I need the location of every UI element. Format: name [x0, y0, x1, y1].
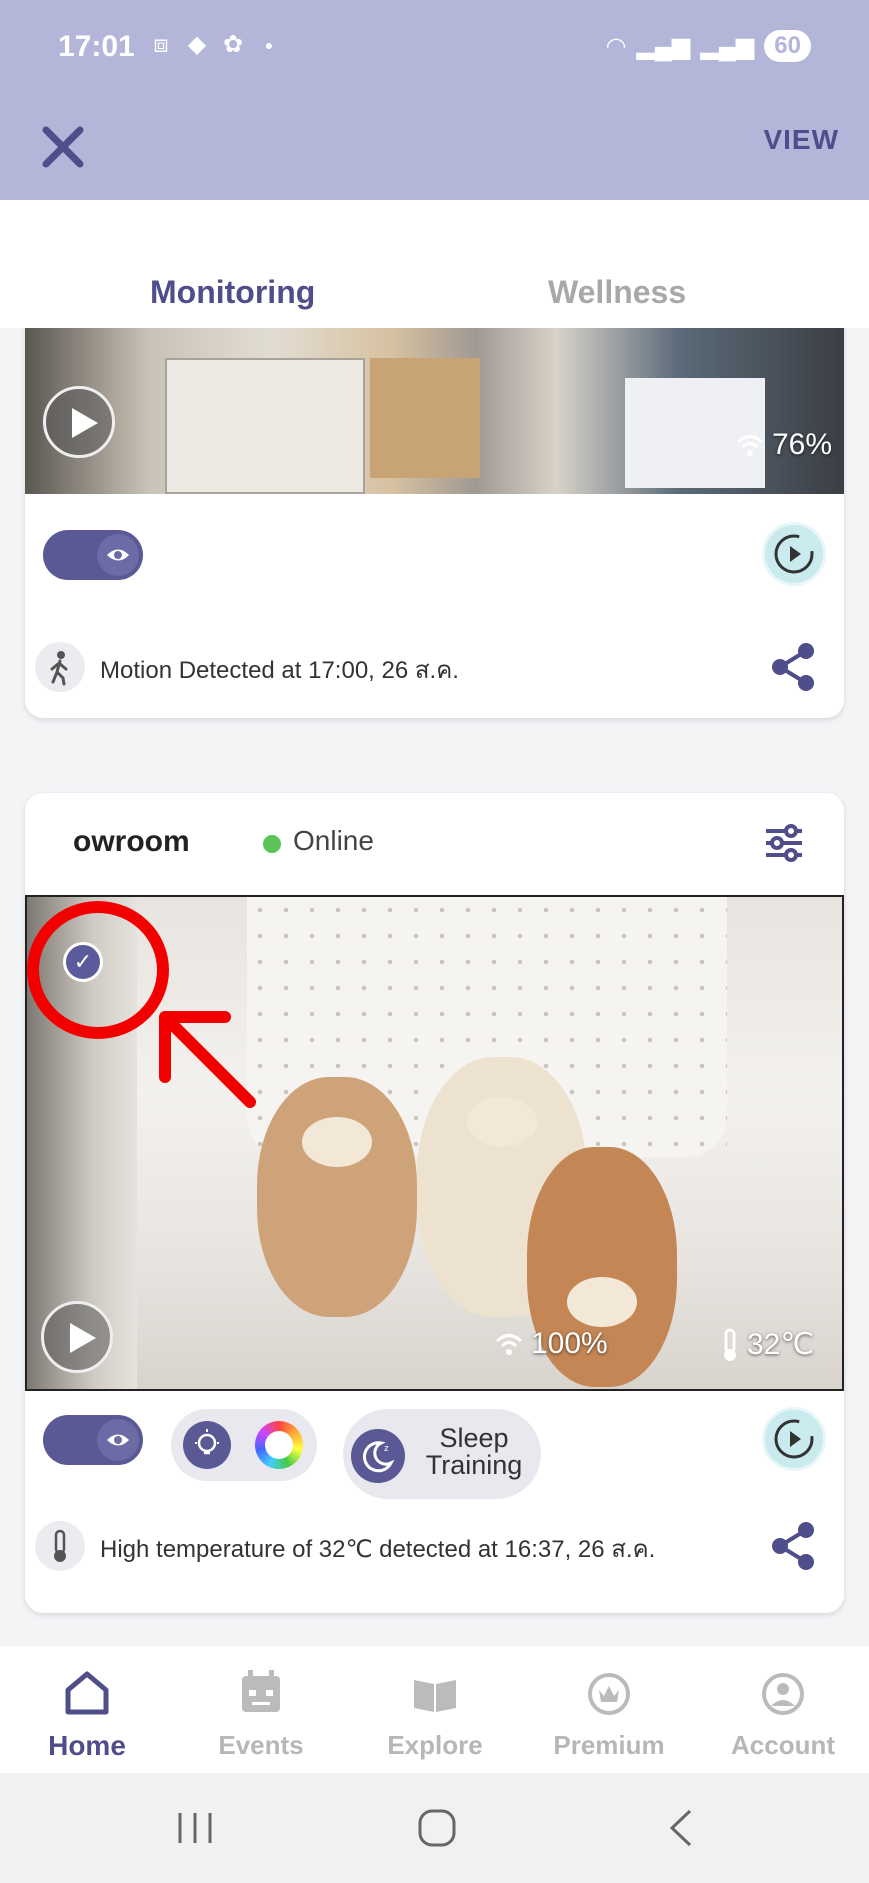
night-light-button[interactable]: [183, 1421, 231, 1469]
camera-toggle[interactable]: [43, 1415, 143, 1465]
book-icon: [414, 1680, 456, 1712]
settings-sliders-icon[interactable]: [764, 823, 804, 863]
nav-premium[interactable]: Premium: [522, 1646, 696, 1773]
online-status-text: Online: [293, 825, 374, 856]
share-icon[interactable]: [770, 642, 816, 692]
wifi-strength: 76%: [736, 428, 832, 462]
back-icon[interactable]: [660, 1805, 706, 1851]
signal-icon-2: ▂▄▆: [700, 32, 755, 60]
dot-icon: ●: [264, 37, 274, 53]
playback-button[interactable]: [762, 1407, 826, 1471]
home-icon: [65, 1671, 109, 1715]
screenshot-icon: ⧈: [153, 31, 169, 58]
event-text: High temperature of 32℃ detected at 16:3…: [100, 1536, 656, 1563]
thermometer-icon: [724, 1328, 736, 1361]
play-button[interactable]: [41, 1301, 113, 1373]
wifi-icon: [495, 1334, 523, 1355]
camera-video-feed[interactable]: ✓ 100% 32℃: [25, 895, 844, 1391]
camera-name: owroom: [73, 825, 190, 858]
replay-icon: [774, 1419, 814, 1459]
temperature-value: 32℃: [747, 1328, 815, 1361]
premium-icon: [588, 1673, 630, 1715]
nav-explore[interactable]: Explore: [348, 1646, 522, 1773]
light-controls: [171, 1409, 317, 1481]
view-button[interactable]: VIEW: [763, 124, 839, 156]
tab-monitoring[interactable]: Monitoring: [150, 274, 315, 311]
camera-controls: [25, 508, 844, 604]
camera-card: owroom Online ✓ 100% 32℃ z Sleep Trainin…: [25, 793, 844, 1613]
dresser-image: [370, 358, 480, 478]
camera-toggle[interactable]: [43, 530, 143, 580]
camera-header: owroom Online: [25, 793, 844, 895]
color-picker-icon[interactable]: [255, 1421, 303, 1469]
play-button[interactable]: [43, 386, 115, 458]
wifi-strength: 100%: [495, 1327, 608, 1361]
check-icon[interactable]: ✓: [63, 942, 103, 982]
eye-icon: [107, 549, 129, 561]
event-row[interactable]: High temperature of 32℃ detected at 16:3…: [25, 1515, 844, 1579]
walking-person-icon: [35, 642, 85, 692]
tab-bar: Monitoring Wellness: [0, 200, 869, 328]
status-bar: 17:01 ⧈ ◆ ✿ ● ◠ ▂▄▆ ▂▄▆ 60: [0, 0, 869, 100]
share-icon[interactable]: [770, 1521, 816, 1571]
calendar-icon: [242, 1670, 280, 1712]
event-row[interactable]: Motion Detected at 17:00, 26 ส.ค.: [25, 636, 844, 700]
nav-events[interactable]: Events: [174, 1646, 348, 1773]
eye-icon: [107, 1434, 129, 1446]
wifi-percentage: 100%: [531, 1327, 608, 1360]
bulb-icon: [195, 1429, 219, 1455]
sleep-training-button[interactable]: z Sleep Training: [343, 1409, 541, 1499]
nav-label: Explore: [387, 1730, 483, 1760]
camera-controls: z Sleep Training: [25, 1393, 844, 1499]
replay-icon: [774, 534, 814, 574]
online-status-dot: [263, 835, 281, 853]
event-text: Motion Detected at 17:00, 26 ส.ค.: [100, 657, 459, 684]
sleep-training-label: Sleep Training: [425, 1423, 523, 1480]
dots-app-icon: ✿: [222, 31, 244, 58]
tab-wellness[interactable]: Wellness: [548, 274, 686, 311]
camera-list[interactable]: 76% Motion Detected at 17:00, 26 ส.ค. ow…: [0, 328, 869, 1646]
camera-video-feed[interactable]: 76%: [25, 328, 844, 494]
status-notification-icons: ⧈ ◆ ✿ ●: [148, 32, 282, 58]
playback-button[interactable]: [762, 522, 826, 586]
bottom-navigation: Home Events Explore Premium Account: [0, 1646, 869, 1773]
home-button-icon[interactable]: [414, 1805, 460, 1851]
line-app-icon: ◆: [187, 31, 207, 58]
battery-indicator: 60: [764, 30, 811, 62]
nav-account[interactable]: Account: [696, 1646, 869, 1773]
account-icon: [762, 1673, 804, 1715]
wifi-icon: [736, 435, 763, 456]
nav-label: Account: [731, 1730, 835, 1760]
nav-label: Premium: [553, 1730, 665, 1760]
annotation-arrow: [159, 1011, 256, 1108]
top-header: VIEW: [0, 100, 869, 200]
close-icon[interactable]: [38, 114, 88, 174]
temperature-readout: 32℃: [721, 1327, 814, 1362]
signal-icon: ▂▄▆: [636, 32, 691, 60]
system-navigation-bar: [0, 1773, 869, 1883]
svg-text:z: z: [384, 1444, 389, 1454]
thermometer-icon: [35, 1521, 85, 1571]
wifi-status-icon: ◠: [605, 32, 627, 60]
recent-apps-icon[interactable]: [172, 1805, 218, 1851]
status-time: 17:01: [58, 30, 135, 63]
nav-label: Events: [218, 1730, 304, 1760]
crib-image: [165, 358, 365, 494]
camera-card: 76% Motion Detected at 17:00, 26 ส.ค.: [25, 328, 844, 718]
wifi-percentage: 76%: [771, 428, 832, 461]
moon-icon: z: [351, 1429, 405, 1483]
status-system-icons: ◠ ▂▄▆ ▂▄▆ 60: [605, 30, 811, 62]
nav-home[interactable]: Home: [0, 1646, 174, 1773]
nav-label: Home: [48, 1730, 126, 1761]
